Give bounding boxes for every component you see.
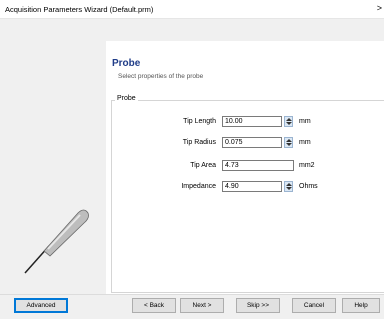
probe-group-label: Probe xyxy=(115,95,138,102)
close-button[interactable]: > xyxy=(377,3,382,13)
tip-radius-row: Tip Radius 0.075 mm xyxy=(0,137,384,149)
cancel-button[interactable]: Cancel xyxy=(292,298,336,313)
tip-radius-spinner[interactable] xyxy=(284,137,293,148)
title-bar: Acquisition Parameters Wizard (Default.p… xyxy=(0,0,384,19)
impedance-unit: Ohms xyxy=(299,183,318,190)
tip-length-unit: mm xyxy=(299,118,311,125)
tip-length-label: Tip Length xyxy=(183,118,216,125)
next-button[interactable]: Next > xyxy=(180,298,224,313)
tip-area-unit: mm2 xyxy=(299,162,315,169)
advanced-button[interactable]: Advanced xyxy=(14,298,68,313)
tip-area-input[interactable]: 4.73 xyxy=(222,160,294,171)
page-subtitle: Select properties of the probe xyxy=(118,73,204,80)
page-title: Probe xyxy=(112,58,141,69)
tip-area-row: Tip Area 4.73 mm2 xyxy=(0,160,384,172)
tip-radius-input[interactable]: 0.075 xyxy=(222,137,282,148)
impedance-spinner[interactable] xyxy=(284,181,293,192)
tip-area-label: Tip Area xyxy=(190,162,216,169)
probe-icon xyxy=(24,209,89,274)
probe-groupbox xyxy=(111,100,384,293)
window-title: Acquisition Parameters Wizard (Default.p… xyxy=(5,5,154,14)
tip-radius-unit: mm xyxy=(299,139,311,146)
tip-length-spinner[interactable] xyxy=(284,116,293,127)
tip-radius-label: Tip Radius xyxy=(182,139,216,146)
back-button[interactable]: < Back xyxy=(132,298,176,313)
tip-length-input[interactable]: 10.00 xyxy=(222,116,282,127)
skip-button[interactable]: Skip >> xyxy=(236,298,280,313)
tip-length-row: Tip Length 10.00 mm xyxy=(0,116,384,128)
impedance-input[interactable]: 4.90 xyxy=(222,181,282,192)
help-button[interactable]: Help xyxy=(342,298,380,313)
impedance-label: Impedance xyxy=(181,183,216,190)
header-band xyxy=(0,19,384,41)
impedance-row: Impedance 4.90 Ohms xyxy=(0,181,384,193)
